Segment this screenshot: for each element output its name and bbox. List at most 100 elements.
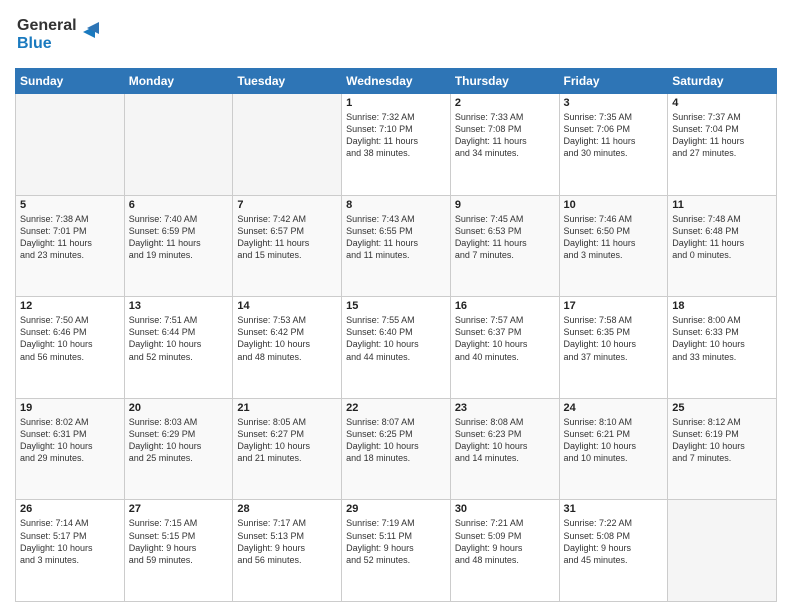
- day-number: 3: [564, 97, 664, 109]
- day-info: Sunrise: 7:40 AM Sunset: 6:59 PM Dayligh…: [129, 213, 229, 262]
- day-info: Sunrise: 7:22 AM Sunset: 5:08 PM Dayligh…: [564, 517, 664, 566]
- day-number: 2: [455, 97, 555, 109]
- calendar-cell: 25Sunrise: 8:12 AM Sunset: 6:19 PM Dayli…: [668, 398, 777, 500]
- day-info: Sunrise: 7:53 AM Sunset: 6:42 PM Dayligh…: [237, 314, 337, 363]
- day-number: 24: [564, 402, 664, 414]
- day-info: Sunrise: 8:03 AM Sunset: 6:29 PM Dayligh…: [129, 416, 229, 465]
- calendar-cell: 22 Sunrise: 8:07 AM Sunset: 6:25 PM Dayli…: [342, 398, 451, 500]
- calendar-cell: 16Sunrise: 7:57 AM Sunset: 6:37 PM Dayli…: [450, 297, 559, 399]
- calendar-cell: [233, 94, 342, 196]
- calendar-week-row: 19 Sunrise: 8:02 AM Sunset: 6:31 PM Dayli…: [16, 398, 777, 500]
- day-number: 12: [20, 300, 120, 312]
- calendar-cell: [668, 500, 777, 602]
- day-number: 6: [129, 199, 229, 211]
- calendar-cell: 5 Sunrise: 7:38 AM Sunset: 7:01 PM Daylig…: [16, 195, 125, 297]
- day-info: Sunrise: 8:10 AM Sunset: 6:21 PM Dayligh…: [564, 416, 664, 465]
- calendar-table: SundayMondayTuesdayWednesdayThursdayFrid…: [15, 68, 777, 602]
- calendar-week-row: 5 Sunrise: 7:38 AM Sunset: 7:01 PM Daylig…: [16, 195, 777, 297]
- calendar-cell: 4 Sunrise: 7:37 AM Sunset: 7:04 PM Daylig…: [668, 94, 777, 196]
- day-number: 30: [455, 503, 555, 515]
- day-number: 28: [237, 503, 337, 515]
- calendar-cell: 15 Sunrise: 7:55 AM Sunset: 6:40 PM Dayli…: [342, 297, 451, 399]
- header: General Blue: [15, 10, 777, 60]
- day-number: 26: [20, 503, 120, 515]
- page: General Blue SundayMondayTuesdayWednesda…: [0, 0, 792, 612]
- day-number: 22: [346, 402, 446, 414]
- day-info: Sunrise: 7:14 AM Sunset: 5:17 PM Dayligh…: [20, 517, 120, 566]
- calendar-cell: 18 Sunrise: 8:00 AM Sunset: 6:33 PM Dayli…: [668, 297, 777, 399]
- day-info: Sunrise: 7:32 AM Sunset: 7:10 PM Dayligh…: [346, 111, 446, 160]
- calendar-cell: 7 Sunrise: 7:42 AM Sunset: 6:57 PM Daylig…: [233, 195, 342, 297]
- day-info: Sunrise: 7:38 AM Sunset: 7:01 PM Dayligh…: [20, 213, 120, 262]
- day-info: Sunrise: 8:07 AM Sunset: 6:25 PM Dayligh…: [346, 416, 446, 465]
- day-number: 11: [672, 199, 772, 211]
- day-number: 31: [564, 503, 664, 515]
- calendar-cell: 29Sunrise: 7:19 AM Sunset: 5:11 PM Dayli…: [342, 500, 451, 602]
- day-number: 7: [237, 199, 337, 211]
- day-info: Sunrise: 7:45 AM Sunset: 6:53 PM Dayligh…: [455, 213, 555, 262]
- calendar-cell: [124, 94, 233, 196]
- day-info: Sunrise: 7:48 AM Sunset: 6:48 PM Dayligh…: [672, 213, 772, 262]
- calendar-cell: 13Sunrise: 7:51 AM Sunset: 6:44 PM Dayli…: [124, 297, 233, 399]
- calendar-cell: 9 Sunrise: 7:45 AM Sunset: 6:53 PM Daylig…: [450, 195, 559, 297]
- calendar-cell: 3 Sunrise: 7:35 AM Sunset: 7:06 PM Daylig…: [559, 94, 668, 196]
- calendar-cell: 6 Sunrise: 7:40 AM Sunset: 6:59 PM Daylig…: [124, 195, 233, 297]
- logo: General Blue: [15, 10, 105, 60]
- day-header-friday: Friday: [559, 69, 668, 94]
- calendar-body: 1 Sunrise: 7:32 AM Sunset: 7:10 PM Daylig…: [16, 94, 777, 602]
- day-header-saturday: Saturday: [668, 69, 777, 94]
- day-number: 13: [129, 300, 229, 312]
- calendar-cell: 8 Sunrise: 7:43 AM Sunset: 6:55 PM Daylig…: [342, 195, 451, 297]
- day-number: 19: [20, 402, 120, 414]
- day-info: Sunrise: 8:00 AM Sunset: 6:33 PM Dayligh…: [672, 314, 772, 363]
- calendar-cell: 14 Sunrise: 7:53 AM Sunset: 6:42 PM Dayli…: [233, 297, 342, 399]
- calendar-cell: 12 Sunrise: 7:50 AM Sunset: 6:46 PM Dayli…: [16, 297, 125, 399]
- day-number: 8: [346, 199, 446, 211]
- day-info: Sunrise: 8:05 AM Sunset: 6:27 PM Dayligh…: [237, 416, 337, 465]
- day-info: Sunrise: 7:35 AM Sunset: 7:06 PM Dayligh…: [564, 111, 664, 160]
- calendar-cell: 10Sunrise: 7:46 AM Sunset: 6:50 PM Dayli…: [559, 195, 668, 297]
- day-info: Sunrise: 7:33 AM Sunset: 7:08 PM Dayligh…: [455, 111, 555, 160]
- day-number: 20: [129, 402, 229, 414]
- day-info: Sunrise: 7:21 AM Sunset: 5:09 PM Dayligh…: [455, 517, 555, 566]
- day-number: 21: [237, 402, 337, 414]
- calendar-cell: 1 Sunrise: 7:32 AM Sunset: 7:10 PM Daylig…: [342, 94, 451, 196]
- day-info: Sunrise: 7:58 AM Sunset: 6:35 PM Dayligh…: [564, 314, 664, 363]
- calendar-cell: [16, 94, 125, 196]
- day-info: Sunrise: 8:02 AM Sunset: 6:31 PM Dayligh…: [20, 416, 120, 465]
- calendar-cell: 27Sunrise: 7:15 AM Sunset: 5:15 PM Dayli…: [124, 500, 233, 602]
- day-header-sunday: Sunday: [16, 69, 125, 94]
- day-info: Sunrise: 8:12 AM Sunset: 6:19 PM Dayligh…: [672, 416, 772, 465]
- day-number: 15: [346, 300, 446, 312]
- day-number: 18: [672, 300, 772, 312]
- calendar-week-row: 26 Sunrise: 7:14 AM Sunset: 5:17 PM Dayli…: [16, 500, 777, 602]
- day-info: Sunrise: 8:08 AM Sunset: 6:23 PM Dayligh…: [455, 416, 555, 465]
- calendar-cell: 24 Sunrise: 8:10 AM Sunset: 6:21 PM Dayli…: [559, 398, 668, 500]
- day-info: Sunrise: 7:57 AM Sunset: 6:37 PM Dayligh…: [455, 314, 555, 363]
- calendar-week-row: 12 Sunrise: 7:50 AM Sunset: 6:46 PM Dayli…: [16, 297, 777, 399]
- calendar-cell: 21 Sunrise: 8:05 AM Sunset: 6:27 PM Dayli…: [233, 398, 342, 500]
- day-number: 29: [346, 503, 446, 515]
- day-info: Sunrise: 7:55 AM Sunset: 6:40 PM Dayligh…: [346, 314, 446, 363]
- day-number: 14: [237, 300, 337, 312]
- day-header-tuesday: Tuesday: [233, 69, 342, 94]
- svg-text:Blue: Blue: [17, 35, 52, 52]
- calendar-cell: 31 Sunrise: 7:22 AM Sunset: 5:08 PM Dayli…: [559, 500, 668, 602]
- day-number: 1: [346, 97, 446, 109]
- day-number: 5: [20, 199, 120, 211]
- day-info: Sunrise: 7:42 AM Sunset: 6:57 PM Dayligh…: [237, 213, 337, 262]
- day-info: Sunrise: 7:50 AM Sunset: 6:46 PM Dayligh…: [20, 314, 120, 363]
- day-number: 23: [455, 402, 555, 414]
- day-info: Sunrise: 7:37 AM Sunset: 7:04 PM Dayligh…: [672, 111, 772, 160]
- calendar-cell: 17Sunrise: 7:58 AM Sunset: 6:35 PM Dayli…: [559, 297, 668, 399]
- logo-svg: General Blue: [15, 10, 105, 55]
- day-number: 4: [672, 97, 772, 109]
- calendar-week-row: 1 Sunrise: 7:32 AM Sunset: 7:10 PM Daylig…: [16, 94, 777, 196]
- calendar-cell: 26 Sunrise: 7:14 AM Sunset: 5:17 PM Dayli…: [16, 500, 125, 602]
- calendar-cell: 2 Sunrise: 7:33 AM Sunset: 7:08 PM Daylig…: [450, 94, 559, 196]
- calendar-cell: 20 Sunrise: 8:03 AM Sunset: 6:29 PM Dayli…: [124, 398, 233, 500]
- day-info: Sunrise: 7:43 AM Sunset: 6:55 PM Dayligh…: [346, 213, 446, 262]
- day-number: 9: [455, 199, 555, 211]
- day-header-monday: Monday: [124, 69, 233, 94]
- day-header-thursday: Thursday: [450, 69, 559, 94]
